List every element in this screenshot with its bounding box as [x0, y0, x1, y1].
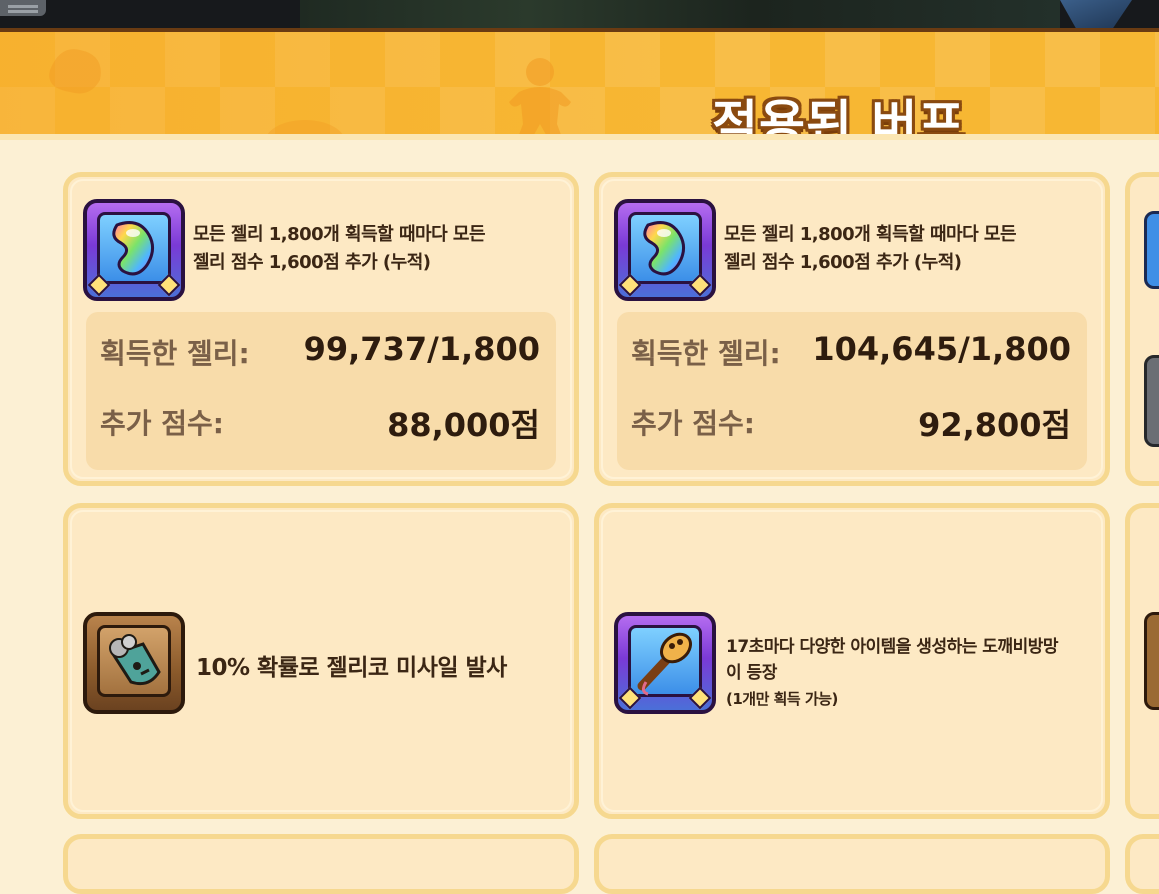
jelly-missile-icon: [83, 612, 185, 714]
stat-value-bonus: 92,800점: [918, 406, 1071, 444]
cookie-silhouette-icon: [49, 49, 101, 94]
buff-card-partial[interactable]: [1125, 834, 1159, 894]
rainbow-jelly-bean-icon: [614, 199, 716, 301]
buff-card-partial[interactable]: [63, 834, 579, 894]
buff-icon: [1144, 211, 1159, 289]
buff-card[interactable]: 모든 젤리 1,800개 획득할 때마다 모든 젤리 점수 1,600점 추가 …: [594, 172, 1110, 486]
stat-label-bonus: 추가 점수:: [100, 407, 224, 440]
buff-card-partial[interactable]: [1125, 172, 1159, 486]
stat-value-jelly: 104,645/1,800: [812, 330, 1071, 368]
buff-card[interactable]: 10% 확률로 젤리코 미사일 발사: [63, 503, 579, 819]
buff-description: 모든 젤리 1,800개 획득할 때마다 모든 젤리 점수 1,600점 추가 …: [724, 224, 1017, 273]
buff-icon: [1144, 355, 1159, 447]
stat-value-jelly: 99,737/1,800: [303, 330, 540, 368]
buff-card[interactable]: 모든 젤리 1,800개 획득할 때마다 모든 젤리 점수 1,600점 추가 …: [63, 172, 579, 486]
buff-description: 모든 젤리 1,800개 획득할 때마다 모든 젤리 점수 1,600점 추가 …: [193, 224, 486, 273]
buff-icon: [1144, 612, 1159, 710]
stat-label-jelly: 획득한 젤리:: [100, 337, 250, 370]
header-banner: 적용된 버프: [0, 32, 1159, 140]
rainbow-jelly-bean-icon: [83, 199, 185, 301]
buff-stats-panel: 획득한 젤리: 99,737/1,800 추가 점수: 88,000점: [86, 312, 556, 470]
gingerbread-cookie-icon: [509, 58, 571, 140]
goblin-club-icon: [614, 612, 716, 714]
page-title: 적용된 버프: [712, 95, 966, 140]
buff-card-partial[interactable]: [1125, 503, 1159, 819]
menu-icon[interactable]: [0, 0, 46, 16]
stat-label-jelly: 획득한 젤리:: [631, 337, 781, 370]
buff-stats-panel: 획득한 젤리: 104,645/1,800 추가 점수: 92,800점: [617, 312, 1087, 470]
buff-description: 10% 확률로 젤리코 미사일 발사: [196, 655, 507, 681]
top-strip: [0, 0, 1159, 32]
stat-value-bonus: 88,000점: [387, 406, 540, 444]
buff-card[interactable]: 17초마다 다양한 아이템을 생성하는 도깨비방망 이 등장 (1개만 획득 가…: [594, 503, 1110, 819]
buff-description: 17초마다 다양한 아이템을 생성하는 도깨비방망 이 등장: [726, 637, 1059, 683]
buff-note: (1개만 획득 가능): [726, 690, 838, 708]
buff-card-partial[interactable]: [594, 834, 1110, 894]
stat-label-bonus: 추가 점수:: [631, 407, 755, 440]
